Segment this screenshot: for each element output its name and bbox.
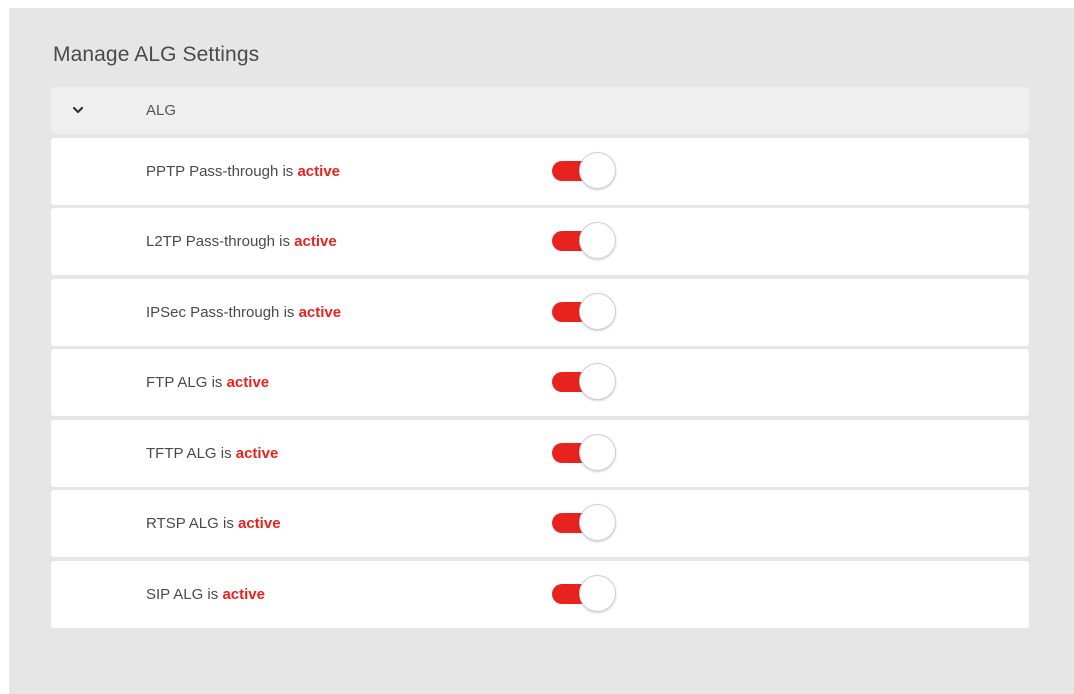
- status-text: active: [298, 304, 342, 321]
- alg-row-label: SIP ALG is active: [146, 586, 265, 603]
- ipsec-toggle[interactable]: [551, 293, 616, 330]
- alg-row-label: L2TP Pass-through is active: [146, 233, 337, 250]
- alg-row-sip: SIP ALG is active: [51, 561, 1029, 628]
- status-text: active: [226, 374, 270, 391]
- rtsp-toggle[interactable]: [551, 504, 616, 541]
- l2tp-toggle[interactable]: [551, 222, 616, 259]
- alg-row-ftp: FTP ALG is active: [51, 349, 1029, 416]
- alg-row-ipsec: IPSec Pass-through is active: [51, 279, 1029, 346]
- alg-row-pptp: PPTP Pass-through is active: [51, 138, 1029, 205]
- pptp-toggle[interactable]: [551, 152, 616, 189]
- sip-toggle[interactable]: [551, 575, 616, 612]
- status-text: active: [222, 586, 265, 603]
- status-text: active: [294, 233, 337, 250]
- status-text: active: [238, 515, 281, 532]
- page-title: Manage ALG Settings: [53, 43, 260, 66]
- chevron-down-icon[interactable]: [70, 102, 86, 118]
- alg-row-tftp: TFTP ALG is active: [51, 420, 1029, 487]
- alg-row-l2tp: L2TP Pass-through is active: [51, 208, 1029, 275]
- alg-row-rtsp: RTSP ALG is active: [51, 490, 1029, 557]
- status-text: active: [297, 163, 341, 180]
- status-text: active: [235, 445, 279, 462]
- ftp-toggle[interactable]: [551, 363, 616, 400]
- alg-group-label: ALG: [146, 102, 177, 119]
- alg-row-label: FTP ALG is active: [146, 374, 270, 391]
- alg-row-label: RTSP ALG is active: [146, 515, 281, 532]
- alg-group-header[interactable]: ALG: [51, 87, 1029, 134]
- alg-row-label: IPSec Pass-through is active: [146, 304, 342, 321]
- alg-settings-panel: Manage ALG Settings ALG PPTP Pass-throug…: [9, 8, 1074, 694]
- tftp-toggle[interactable]: [551, 434, 616, 471]
- alg-row-label: PPTP Pass-through is active: [146, 163, 341, 180]
- alg-row-label: TFTP ALG is active: [146, 445, 279, 462]
